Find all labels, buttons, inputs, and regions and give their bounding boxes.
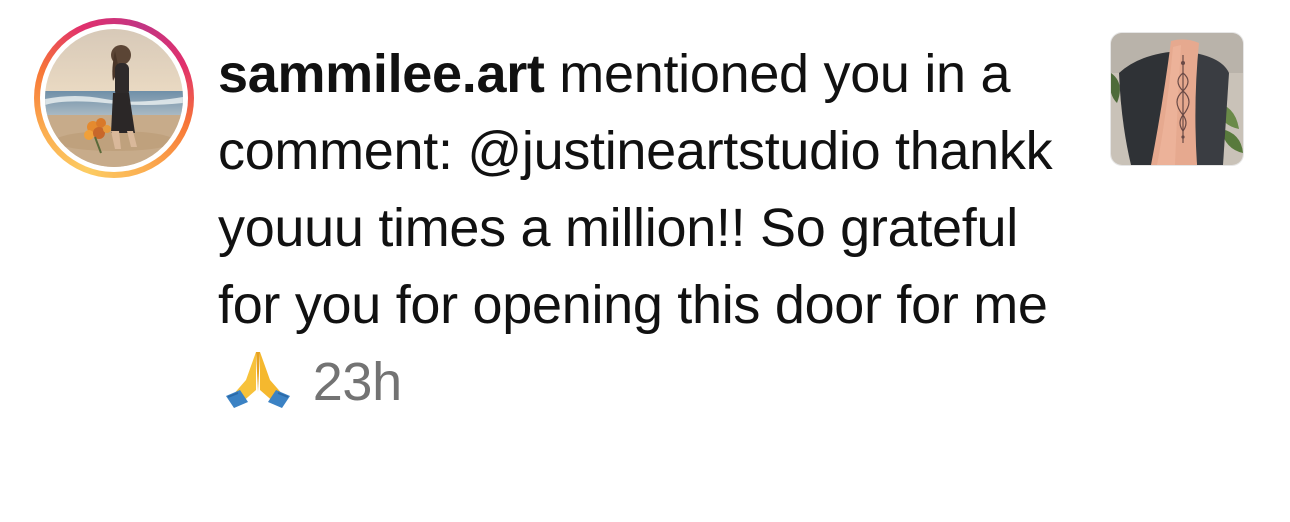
avatar[interactable] <box>45 29 183 167</box>
timestamp: 23h <box>312 352 403 412</box>
notification-row[interactable]: sammilee.art mentioned you in a comment:… <box>0 0 1290 522</box>
username-link[interactable]: sammilee.art <box>218 44 545 104</box>
profile-photo-icon <box>45 29 183 167</box>
story-ring[interactable] <box>34 18 194 178</box>
post-thumbnail[interactable] <box>1110 32 1244 166</box>
post-photo-icon <box>1111 33 1243 165</box>
folded-hands-emoji-icon <box>226 352 290 408</box>
notification-message[interactable]: sammilee.art mentioned you in a comment:… <box>218 36 1078 421</box>
